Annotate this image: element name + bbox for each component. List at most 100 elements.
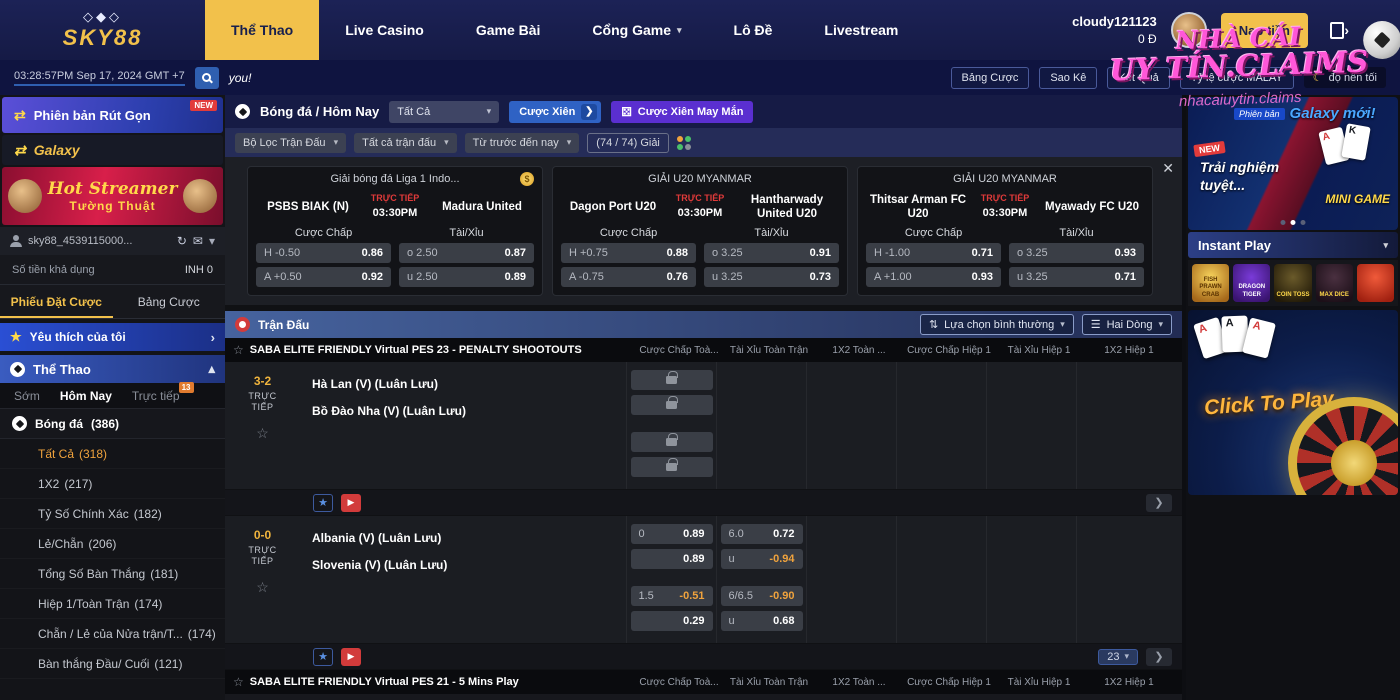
bet-cell[interactable]: u -0.94	[721, 549, 803, 569]
lock-icon	[666, 438, 677, 446]
sidebar-item-correct-score[interactable]: Tỷ Số Chính Xác (182)	[0, 499, 225, 529]
bet-cell[interactable]: 0.89	[631, 549, 713, 569]
favorite-button[interactable]: ★	[313, 494, 333, 512]
favorite-button[interactable]: ★	[313, 648, 333, 666]
parlay-button[interactable]: Cược Xiên ❯	[509, 101, 601, 123]
new-badge: NEW	[1193, 141, 1225, 157]
bet-cell-under[interactable]: u 3.25 0.73	[704, 267, 839, 287]
sidebar-item-total-goals[interactable]: Tổng Số Bàn Thắng (181)	[0, 559, 225, 589]
more-markets-button[interactable]: ❯	[1146, 648, 1172, 666]
chevron-down-icon[interactable]: ▾	[209, 234, 215, 248]
nav-label: Thể Thao	[231, 22, 293, 38]
sports-section-header[interactable]: Thể Thao ▴	[0, 355, 225, 383]
time-range-dropdown[interactable]: Từ trước đến nay ▾	[465, 133, 580, 153]
league-name: Giải bóng đá Liga 1 Indo...	[330, 173, 459, 185]
over-under-title: Tài/Xỉu	[399, 227, 534, 243]
bet-cell[interactable]: 6/6.5 -0.90	[721, 586, 803, 606]
view-toggle-icon[interactable]	[677, 136, 691, 150]
logout-button[interactable]	[1322, 15, 1352, 45]
account-row[interactable]: sky88_4539115000... ↻ ✉ ▾	[0, 227, 225, 255]
close-icon[interactable]: ✕	[1162, 160, 1174, 177]
tab-today[interactable]: Hôm Nay	[60, 389, 112, 403]
bet-cell[interactable]: 6.0 0.72	[721, 524, 803, 544]
star-icon[interactable]: ☆	[233, 675, 244, 689]
brand-logo[interactable]: ◇◆◇ SKY88	[0, 9, 205, 51]
sort-dropdown[interactable]: ⇅ Lựa chọn bình thường ▾	[920, 314, 1074, 335]
sidebar-item-half-odd-even[interactable]: Chẵn / Lẻ của Nửa trận/T... (174)	[0, 619, 225, 649]
odds-type-button[interactable]: Tỷ lệ cược MALAY	[1180, 67, 1294, 89]
avatar[interactable]	[1171, 12, 1207, 48]
user-info[interactable]: cloudy121123 0 Đ	[1072, 14, 1157, 46]
nav-tab-cong-game[interactable]: Cổng Game▾	[566, 0, 707, 60]
nav-tab-game-bai[interactable]: Game Bài	[450, 0, 567, 60]
dark-mode-toggle[interactable]: ☾ độ nền tối	[1304, 67, 1386, 88]
favorite-star-icon[interactable]: ☆	[256, 579, 269, 596]
game-tile-max-dice[interactable]: MAX DICE	[1316, 264, 1353, 302]
favorites-row[interactable]: ★ Yêu thích của tôi ›	[0, 323, 225, 351]
bet-cell[interactable]: u 0.68	[721, 611, 803, 631]
rows-dropdown[interactable]: ☰ Hai Dòng ▾	[1082, 314, 1172, 335]
bet-cell-under[interactable]: u 3.25 0.71	[1009, 267, 1144, 287]
sidebar-item-ht-ft[interactable]: Hiệp 1/Toàn Trận (174)	[0, 589, 225, 619]
league-select[interactable]: Tất Cả ▾	[389, 101, 499, 123]
bet-cell-handicap-home[interactable]: H -1.00 0.71	[866, 243, 1001, 263]
bet-cell-over[interactable]: o 2.50 0.87	[399, 243, 534, 263]
more-markets-button[interactable]: ❯	[1146, 494, 1172, 512]
bet-cell-handicap-home[interactable]: H -0.50 0.86	[256, 243, 391, 263]
all-matches-dropdown[interactable]: Tất cả trận đấu ▾	[354, 133, 457, 153]
instant-play-header[interactable]: Instant Play ▾	[1188, 232, 1398, 258]
mail-icon[interactable]: ✉	[193, 234, 203, 248]
hot-streamer-banner[interactable]: Hot Streamer Tường Thuật	[2, 167, 223, 225]
bet-cell-handicap-away[interactable]: A +1.00 0.93	[866, 267, 1001, 287]
sidebar-item-football[interactable]: Bóng đá (386)	[0, 409, 225, 439]
match-filter-dropdown[interactable]: Bộ Lọc Trận Đấu ▾	[235, 133, 346, 153]
play-stream-button[interactable]: ▶	[341, 494, 361, 512]
sidebar-item-all[interactable]: Tất Cả (318)	[0, 439, 225, 469]
markets-count-dropdown[interactable]: 23 ▾	[1098, 649, 1138, 665]
star-icon[interactable]: ☆	[233, 343, 244, 357]
game-tile-coin-toss[interactable]: COIN TOSS	[1274, 264, 1311, 302]
play-stream-button[interactable]: ▶	[341, 648, 361, 666]
galaxy-version-button[interactable]: ⇄ Galaxy	[2, 135, 223, 165]
tab-bet-ticket[interactable]: Phiếu Đặt Cược	[0, 285, 113, 318]
nav-tab-livestream[interactable]: Livestream	[798, 0, 924, 60]
carousel-dots[interactable]	[1281, 220, 1306, 225]
search-button[interactable]	[195, 67, 219, 89]
game-tile-fish-prawn-crab[interactable]: FISH PRAWN CRAB	[1192, 264, 1229, 302]
casino-promo-banner[interactable]: A A A Click To Play	[1188, 310, 1398, 495]
bet-cell[interactable]: 0.29	[631, 611, 713, 631]
sidebar-item-first-last-goal[interactable]: Bàn thắng Đầu/ Cuối (121)	[0, 649, 225, 679]
refresh-icon[interactable]: ↻	[177, 234, 187, 248]
top-navigation: ◇◆◇ SKY88 Thể Thao Live Casino Game Bài …	[0, 0, 1400, 60]
compact-version-button[interactable]: ⇄ Phiên bản Rút Gọn NEW	[2, 97, 223, 133]
bet-cell-handicap-home[interactable]: H +0.75 0.88	[561, 243, 696, 263]
nav-tab-the-thao[interactable]: Thể Thao	[205, 0, 319, 60]
account-id: sky88_4539115000...	[28, 235, 171, 247]
favorite-star-icon[interactable]: ☆	[256, 425, 269, 442]
lucky-parlay-button[interactable]: ⚄ Cược Xiên May Mắn	[611, 101, 753, 123]
game-tile-dragon-tiger[interactable]: DRAGON TIGER	[1233, 264, 1270, 302]
bet-cell[interactable]: 0 0.89	[631, 524, 713, 544]
bet-cell-handicap-away[interactable]: A -0.75 0.76	[561, 267, 696, 287]
tab-bet-board[interactable]: Bảng Cược	[113, 285, 226, 318]
deposit-button[interactable]: Nạp tiền	[1221, 13, 1308, 48]
nav-tab-lo-de[interactable]: Lô Đề	[708, 0, 799, 60]
galaxy-promo-banner[interactable]: Phiên bản Galaxy mới! NEW Trải nghiệm tu…	[1188, 97, 1398, 230]
swap-icon: ⇄	[14, 107, 26, 124]
statement-button[interactable]: Sao Kê	[1039, 67, 1097, 89]
tab-early[interactable]: Sớm	[14, 389, 40, 403]
bet-cell-under[interactable]: u 2.50 0.89	[399, 267, 534, 287]
nav-tab-live-casino[interactable]: Live Casino	[319, 0, 450, 60]
bet-cell-over[interactable]: o 3.25 0.91	[704, 243, 839, 263]
bet-board-button[interactable]: Bảng Cược	[951, 67, 1030, 89]
column-header: 1X2 Hiệp 1	[1084, 345, 1174, 356]
results-button[interactable]: Kết Quả	[1107, 67, 1169, 89]
sidebar-item-1x2[interactable]: 1X2 (217)	[0, 469, 225, 499]
bet-cell-over[interactable]: o 3.25 0.93	[1009, 243, 1144, 263]
sidebar-item-odd-even[interactable]: Lẻ/Chẵn (206)	[0, 529, 225, 559]
bet-cell[interactable]: 1.5 -0.51	[631, 586, 713, 606]
game-tile[interactable]	[1357, 264, 1394, 302]
tab-live[interactable]: Trực tiếp 13	[132, 389, 180, 403]
bet-cell-handicap-away[interactable]: A +0.50 0.92	[256, 267, 391, 287]
top-right-cluster: cloudy121123 0 Đ Nạp tiền	[1072, 12, 1400, 48]
